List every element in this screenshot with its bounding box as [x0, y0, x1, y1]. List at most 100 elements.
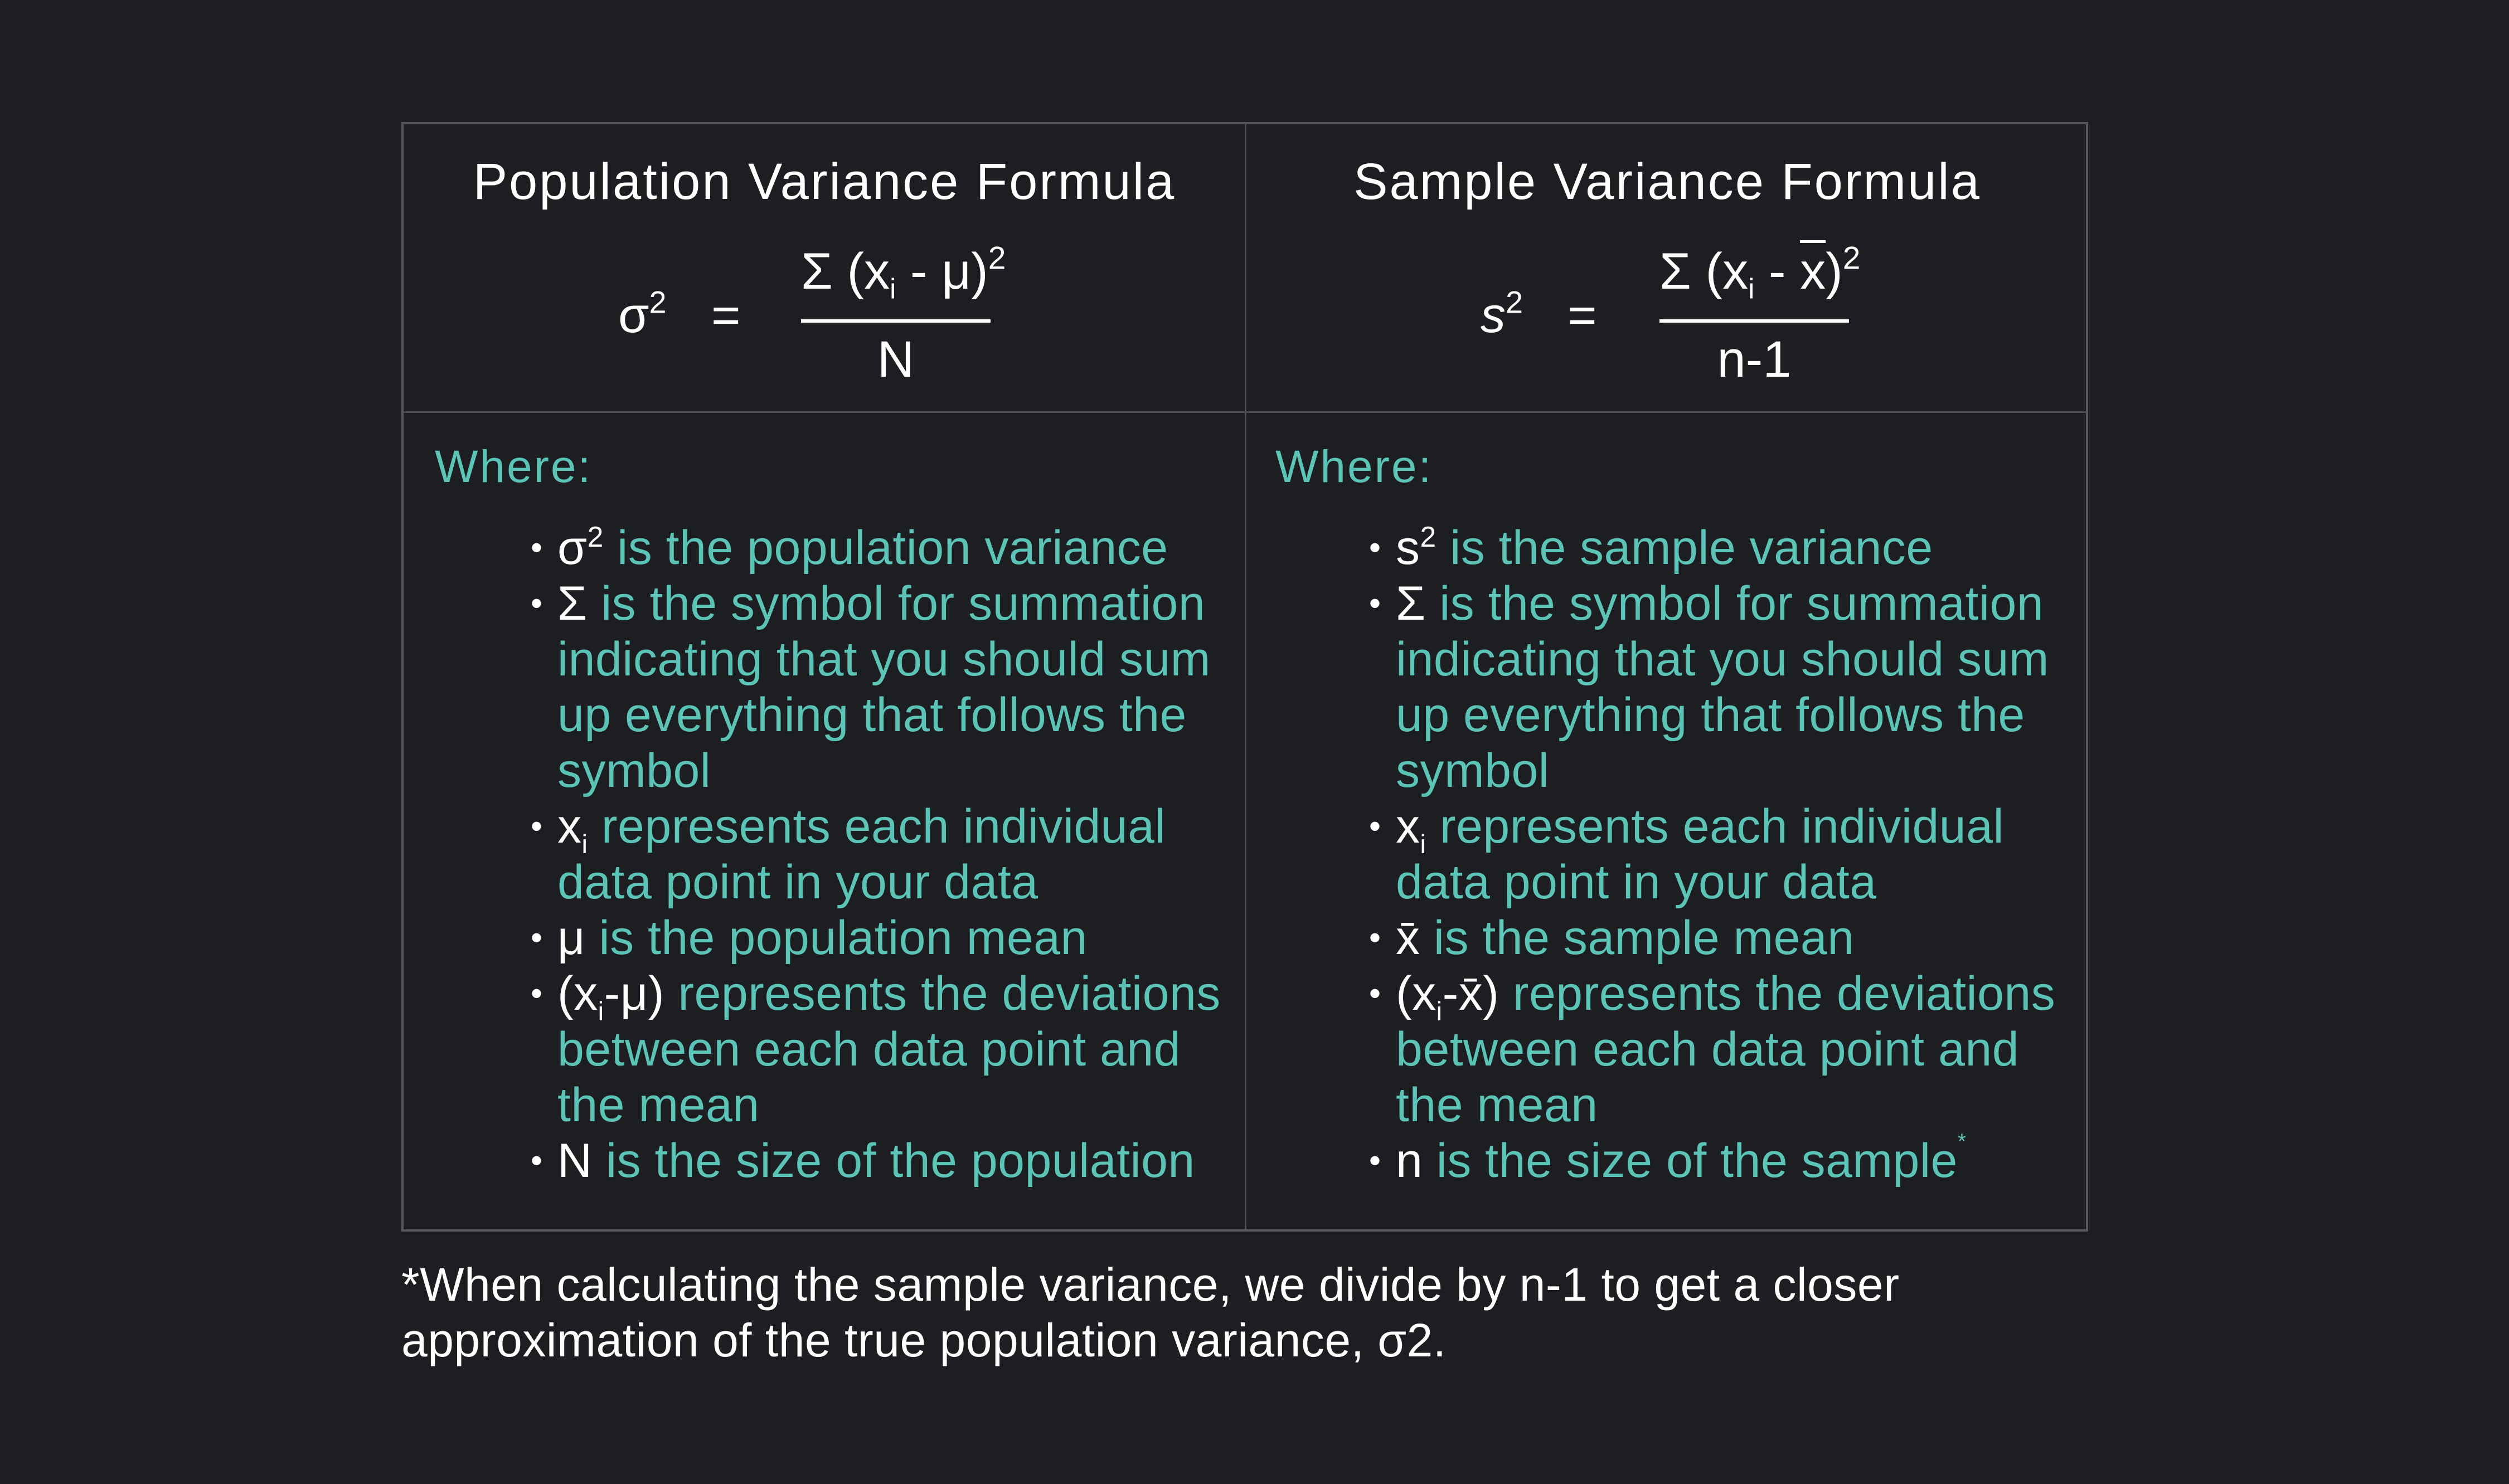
definition-text: is the population mean	[585, 911, 1088, 965]
exponent: 2	[649, 284, 667, 320]
numerator-open: (x	[1705, 243, 1749, 300]
sample-column: Sample Variance Formula s2 = Σ (xi - x)2…	[1246, 124, 2088, 1229]
sample-where-label: Where:	[1275, 441, 1433, 492]
variance-formula-table: Population Variance Formula σ2 = Σ (xi -…	[401, 122, 2088, 1232]
bullet-icon: •	[531, 919, 543, 956]
s-symbol: s	[1481, 288, 1506, 343]
term-subscript: i	[581, 829, 588, 859]
term-symbol: Σ	[557, 577, 588, 630]
definition-text: is the symbol for summation indicating t…	[557, 577, 1211, 797]
term-symbol: x̄	[1396, 911, 1420, 965]
definition-term: (xi-x̄)	[1396, 967, 1499, 1025]
numerator-close: )	[1826, 243, 1843, 300]
term-superscript: 2	[587, 520, 604, 553]
term-symbol: Σ	[1396, 577, 1426, 630]
definition-item: • s2 is the sample variance	[1369, 520, 2060, 576]
bullet-icon: •	[531, 529, 543, 566]
term-symbol: n	[1396, 1134, 1423, 1188]
term-remainder: -μ)	[604, 967, 664, 1020]
definition-text: is the population variance	[603, 521, 1168, 575]
sample-denominator: n-1	[1717, 331, 1792, 388]
numerator-exponent: 2	[1842, 240, 1861, 276]
sample-formula: s2 = Σ (xi - x)2 n-1	[1246, 219, 2088, 397]
definition-item: • σ2 is the population variance	[531, 520, 1222, 576]
definition-item: • (xi-μ) represents the deviations betwee…	[531, 966, 1222, 1133]
definition-term: s2	[1396, 521, 1437, 575]
definition-item: • x̄ is the sample mean	[1369, 910, 2060, 966]
term-remainder: -x̄)	[1442, 967, 1499, 1020]
population-numerator: Σ (xi - μ)2	[801, 242, 1006, 303]
subscript-i: i	[890, 273, 896, 305]
definition-text: represents each individual data point in…	[1396, 800, 2005, 909]
bullet-icon: •	[1369, 975, 1381, 1012]
population-formula: σ2 = Σ (xi - μ)2 N	[404, 219, 1245, 397]
fraction-line	[1659, 319, 1849, 323]
definition-text: represents each individual data point in…	[557, 800, 1166, 909]
sample-title: Sample Variance Formula	[1353, 153, 1981, 210]
term-subscript: i	[598, 996, 604, 1026]
definition-term: n	[1396, 1134, 1423, 1188]
definition-text: is the sample mean	[1420, 911, 1855, 965]
definition-term: xi	[557, 800, 588, 858]
bullet-icon: •	[1369, 585, 1381, 622]
numerator-close: )	[971, 243, 988, 300]
population-formula-lhs: σ2	[618, 286, 667, 343]
population-fraction: Σ (xi - μ)2 N	[801, 219, 1006, 397]
definition-text: is the size of the sample	[1423, 1134, 1958, 1188]
definition-term: σ2	[557, 521, 604, 575]
numerator-exponent: 2	[988, 240, 1006, 276]
subscript-i: i	[1748, 273, 1755, 305]
bullet-icon: •	[531, 585, 543, 622]
definition-term: xi	[1396, 800, 1426, 858]
definition-item: • Σ is the symbol for summation indicatin…	[531, 576, 1222, 799]
definition-term: (xi-μ)	[557, 967, 664, 1025]
definition-term: N	[557, 1134, 593, 1188]
footnote: *When calculating the sample variance, w…	[401, 1258, 1900, 1366]
definition-term: x̄	[1396, 911, 1420, 965]
population-column: Population Variance Formula σ2 = Σ (xi -…	[404, 124, 1245, 1229]
definition-item: • xi represents each individual data poin…	[1369, 799, 2060, 910]
sample-numerator: Σ (xi - x)2	[1659, 242, 1860, 303]
definition-item: • xi represents each individual data poin…	[531, 799, 1222, 910]
equals-sign: =	[1567, 288, 1597, 343]
definition-term: Σ	[1396, 577, 1426, 630]
bullet-icon: •	[531, 975, 543, 1012]
sigma-lowercase-symbol: σ	[618, 288, 649, 343]
definition-text: is the symbol for summation indicating t…	[1396, 577, 2049, 797]
sample-formula-lhs: s2	[1481, 286, 1523, 343]
population-definitions-list: • σ2 is the population variance • Σ is the …	[531, 520, 1222, 1189]
minus-sign: -	[896, 243, 942, 300]
definition-item: • (xi-x̄) represents the deviations betwe…	[1369, 966, 2060, 1133]
mu-symbol: μ	[942, 243, 972, 300]
term-subscript: i	[1436, 996, 1443, 1026]
exponent: 2	[1506, 284, 1523, 320]
fraction-line	[801, 319, 991, 323]
sample-definitions-list: • s2 is the sample variance • Σ is the symb…	[1369, 520, 2060, 1189]
sample-fraction: Σ (xi - x)2 n-1	[1659, 219, 1860, 397]
bullet-icon: •	[1369, 1142, 1381, 1179]
bullet-icon: •	[531, 807, 543, 845]
bullet-icon: •	[1369, 807, 1381, 845]
bullet-icon: •	[1369, 919, 1381, 956]
summation-symbol: Σ	[1659, 243, 1691, 300]
term-symbol: (x	[1396, 967, 1437, 1020]
bullet-icon: •	[1369, 529, 1381, 566]
footnote-marker: *	[1957, 1130, 1967, 1154]
term-superscript: 2	[1420, 520, 1437, 553]
term-subscript: i	[1420, 829, 1426, 859]
bullet-icon: •	[531, 1142, 543, 1179]
definition-item: • n is the size of the sample*	[1369, 1130, 2060, 1189]
definition-item: • N is the size of the population	[531, 1133, 1222, 1189]
term-symbol: x	[557, 800, 582, 853]
definition-item: • Σ is the symbol for summation indicatin…	[1369, 576, 2060, 799]
term-symbol: σ	[557, 521, 588, 575]
minus-sign: -	[1754, 243, 1801, 300]
term-symbol: (x	[557, 967, 598, 1020]
x-bar-symbol: x	[1800, 243, 1826, 300]
definition-item: • μ is the population mean	[531, 910, 1222, 966]
term-symbol: s	[1396, 521, 1420, 575]
definition-text: is the size of the population	[592, 1134, 1195, 1188]
summation-symbol: Σ	[801, 243, 833, 300]
term-symbol: x	[1396, 800, 1420, 853]
population-denominator: N	[877, 331, 915, 388]
